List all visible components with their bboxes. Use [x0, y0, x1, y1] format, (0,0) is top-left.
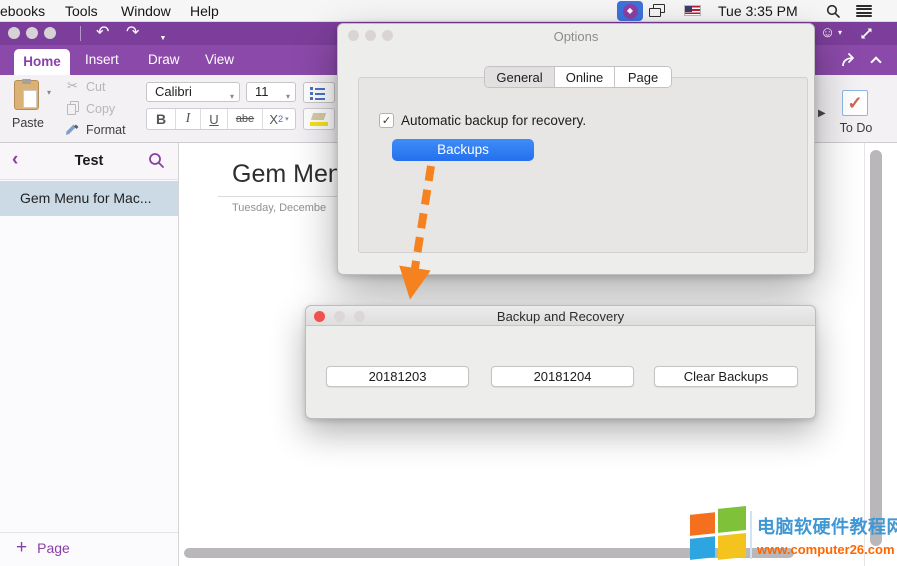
- tab-draw[interactable]: Draw: [148, 45, 180, 75]
- bullet-list-button[interactable]: [303, 82, 335, 103]
- dialog-title: Options: [338, 29, 814, 44]
- tab-page[interactable]: Page: [615, 67, 671, 87]
- copy-icon: [67, 101, 80, 115]
- undo-icon[interactable]: ↶: [96, 22, 109, 42]
- font-name-select[interactable]: Calibri ▾: [146, 82, 240, 102]
- tab-general[interactable]: General: [485, 67, 555, 87]
- backup-20181204-button[interactable]: 20181204: [491, 366, 634, 387]
- subscript-button[interactable]: X2▾: [263, 109, 295, 129]
- clear-backups-button[interactable]: Clear Backups: [654, 366, 798, 387]
- font-name-value: Calibri: [155, 84, 192, 99]
- page-date: Tuesday, Decembe: [232, 202, 326, 214]
- search-icon[interactable]: [148, 152, 165, 169]
- watermark: 电脑软硬件教程网 www.computer26.com: [688, 506, 897, 564]
- menubar-item-help[interactable]: Help: [190, 3, 219, 19]
- page-list-sidebar: ‹ Test Gem Menu for Mac... + Page: [0, 143, 179, 566]
- bullet-list-icon: [310, 87, 334, 90]
- displays-icon[interactable]: [649, 4, 666, 17]
- sidebar-header: ‹ Test: [0, 143, 178, 180]
- content-edge-divider: [864, 143, 865, 566]
- vertical-scrollbar[interactable]: [870, 150, 882, 546]
- watermark-divider: [750, 511, 752, 559]
- tab-home[interactable]: Home: [14, 49, 70, 75]
- watermark-site-url[interactable]: www.computer26.com: [757, 542, 897, 557]
- us-flag-icon[interactable]: [684, 5, 701, 16]
- todo-button-label[interactable]: To Do: [838, 121, 874, 135]
- redo-icon[interactable]: ↷: [126, 22, 139, 42]
- options-dialog: Options General Online Page ✓ Automatic …: [337, 23, 815, 275]
- menubar-item-window[interactable]: Window: [121, 3, 171, 19]
- backup-recovery-window: Backup and Recovery 20181203 20181204 Cl…: [305, 305, 816, 419]
- chevron-down-icon: ▾: [285, 115, 289, 123]
- macos-menubar: ebooks Tools Window Help ◆ Tue 3:35 PM: [0, 0, 897, 22]
- subscript-2: 2: [278, 114, 283, 124]
- screen: ebooks Tools Window Help ◆ Tue 3:35 PM ↶…: [0, 0, 897, 566]
- text-format-toolbar: B I U abe X2▾: [146, 108, 296, 130]
- format-brush-icon: [64, 121, 80, 137]
- highlighter-icon: [311, 113, 326, 120]
- options-tab-control: General Online Page: [484, 66, 672, 88]
- font-size-select[interactable]: 11 ▾: [246, 82, 296, 102]
- highlighter-button[interactable]: [303, 108, 335, 130]
- backup-20181203-button[interactable]: 20181203: [326, 366, 469, 387]
- add-page-button[interactable]: + Page: [16, 539, 70, 557]
- share-icon[interactable]: [840, 52, 860, 68]
- page-title: Gem Men: [232, 160, 342, 189]
- backup-window-title: Backup and Recovery: [306, 309, 815, 324]
- font-size-value: 11: [255, 84, 269, 99]
- page-list-item-selected[interactable]: Gem Menu for Mac...: [0, 181, 178, 216]
- italic-button[interactable]: I: [176, 109, 201, 129]
- titlebar-divider: [80, 26, 81, 41]
- windows-logo-icon: [688, 506, 746, 564]
- collapse-ribbon-icon[interactable]: [870, 56, 881, 67]
- smiley-caret-icon: ▾: [838, 28, 842, 37]
- options-tab-panel: [358, 77, 808, 253]
- gem-app-icon[interactable]: ◆: [617, 1, 643, 21]
- zoom-button[interactable]: [44, 27, 56, 39]
- plus-icon: +: [16, 539, 27, 557]
- paste-caret-icon[interactable]: ▾: [47, 88, 51, 97]
- chevron-down-icon: ▾: [230, 88, 234, 106]
- quick-access-caret-icon[interactable]: ▼: [158, 27, 168, 45]
- underline-button[interactable]: U: [201, 109, 228, 129]
- search-icon[interactable]: [826, 4, 841, 19]
- notification-center-icon[interactable]: [856, 5, 872, 17]
- paste-clipboard-icon[interactable]: [14, 80, 39, 110]
- backups-button[interactable]: Backups: [392, 139, 534, 161]
- automatic-backup-label: Automatic backup for recovery.: [401, 113, 586, 128]
- format-button[interactable]: Format: [86, 123, 126, 137]
- menubar-clock[interactable]: Tue 3:35 PM: [718, 3, 798, 19]
- menubar-item-tools[interactable]: Tools: [65, 3, 98, 19]
- minimize-button[interactable]: [26, 27, 38, 39]
- tab-online[interactable]: Online: [555, 67, 615, 87]
- watermark-site-name: 电脑软硬件教程网: [757, 513, 897, 539]
- gem-icon: ◆: [623, 4, 638, 19]
- close-button[interactable]: [8, 27, 20, 39]
- scissors-icon: ✂: [67, 78, 78, 94]
- feedback-smiley-icon[interactable]: ☺: [820, 24, 835, 41]
- fullscreen-icon[interactable]: [860, 27, 873, 40]
- todo-checkbox-icon[interactable]: ✓: [842, 90, 868, 116]
- subscript-x: X: [269, 112, 278, 127]
- chevron-down-icon: ▾: [286, 88, 290, 106]
- cut-button[interactable]: Cut: [86, 80, 105, 94]
- strikethrough-button[interactable]: abe: [228, 109, 263, 129]
- menubar-item-notebooks[interactable]: ebooks: [0, 3, 45, 19]
- tab-insert[interactable]: Insert: [85, 45, 119, 75]
- sidebar-divider: [0, 532, 178, 533]
- automatic-backup-checkbox[interactable]: ✓: [379, 113, 394, 128]
- backup-window-titlebar: Backup and Recovery: [306, 306, 815, 326]
- ribbon-overflow-arrow-icon[interactable]: ▶: [818, 108, 826, 119]
- add-page-label: Page: [37, 540, 70, 556]
- bold-button[interactable]: B: [147, 109, 176, 129]
- tab-view[interactable]: View: [205, 45, 234, 75]
- paste-button-label[interactable]: Paste: [8, 116, 48, 130]
- copy-button[interactable]: Copy: [86, 102, 115, 116]
